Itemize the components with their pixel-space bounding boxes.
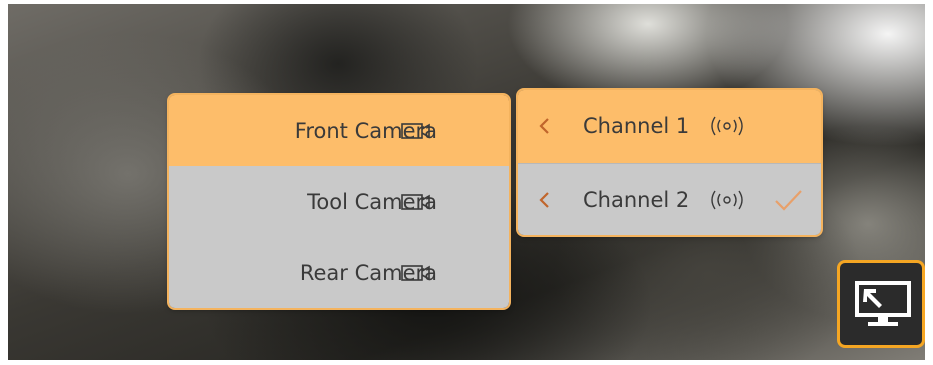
channel-item-label: Channel 1 <box>583 114 690 139</box>
video-camera-icon <box>401 122 430 139</box>
screen-cast-button[interactable] <box>837 260 925 348</box>
channel-selection-menu: Channel 1 Channel 2 <box>518 90 821 235</box>
video-camera-icon <box>401 193 430 210</box>
chevron-left-icon <box>539 118 549 135</box>
camera-item-front[interactable]: Front Camera <box>169 95 509 166</box>
chevron-left-icon <box>539 191 549 208</box>
radio-signal-icon <box>711 190 743 210</box>
video-camera-icon <box>401 264 430 281</box>
channel-item-1[interactable]: Channel 1 <box>518 90 821 163</box>
camera-item-tool[interactable]: Tool Camera <box>169 166 509 237</box>
channel-item-label: Channel 2 <box>583 187 690 212</box>
channel-item-2[interactable]: Channel 2 <box>518 162 821 235</box>
screen-cast-icon <box>855 281 911 326</box>
checkmark-icon <box>775 189 802 211</box>
camera-item-rear[interactable]: Rear Camera <box>169 237 509 308</box>
radio-signal-icon <box>711 116 743 136</box>
camera-selection-menu: Front Camera Tool Camera Rear Camera <box>169 95 509 308</box>
